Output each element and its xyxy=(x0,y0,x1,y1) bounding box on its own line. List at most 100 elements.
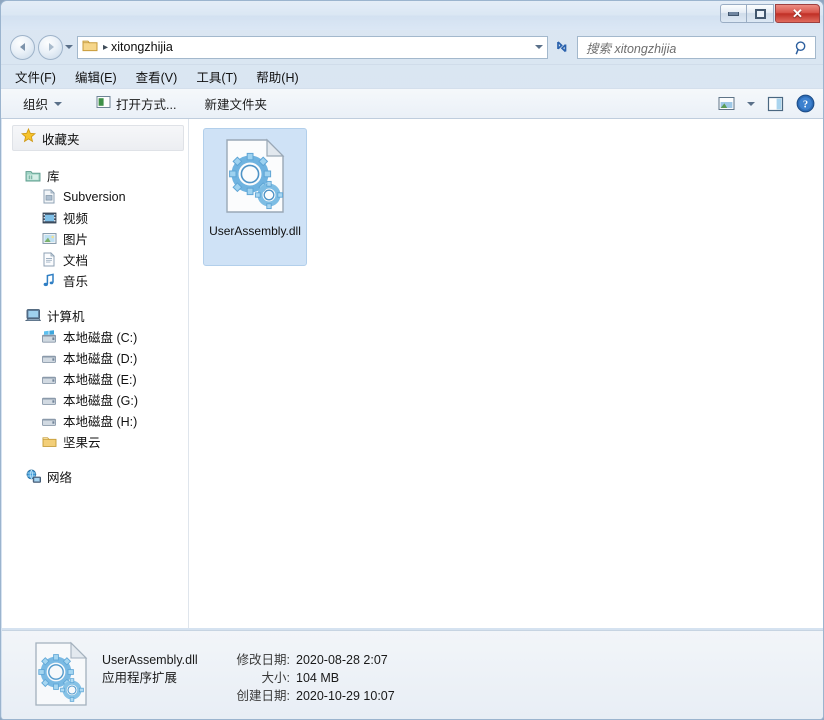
sidebar-item-favorites[interactable]: 收藏夹 xyxy=(12,125,184,151)
music-icon xyxy=(40,273,58,288)
search-icon[interactable] xyxy=(794,40,809,61)
breadcrumb-separator: ▸ xyxy=(103,41,109,53)
details-line-size: 应用程序扩展 大小: 104 MB xyxy=(102,667,395,685)
chevron-down-icon xyxy=(65,45,73,49)
organize-button[interactable]: 组织 xyxy=(15,91,70,116)
menu-item-help[interactable]: 帮助(H) xyxy=(256,67,298,86)
search-input[interactable]: 搜索 xitongzhijia xyxy=(577,35,816,61)
details-modified-value: 2020-08-28 2:07 xyxy=(296,653,388,667)
details-status-bar: UserAssembly.dll 修改日期: 2020-08-28 2:07 应… xyxy=(2,630,823,719)
sidebar-group-computer: 计算机 本地磁盘 (C:) 本地磁盘 (D:) 本地磁盘 (E:) 本地磁盘 (… xyxy=(2,305,188,452)
sidebar-label: 文档 xyxy=(63,254,89,268)
preview-pane-icon xyxy=(767,96,784,111)
recent-pages-button[interactable] xyxy=(63,35,75,60)
details-created-key: 创建日期: xyxy=(236,689,290,703)
star-icon xyxy=(20,127,37,148)
refresh-icon xyxy=(556,41,566,53)
menu-item-view[interactable]: 查看(V) xyxy=(136,67,178,86)
sidebar-item-videos[interactable]: 视频 xyxy=(2,207,188,228)
menu-item-tools[interactable]: 工具(T) xyxy=(196,67,237,86)
details-file-name: UserAssembly.dll xyxy=(102,653,198,667)
maximize-icon xyxy=(754,8,766,19)
sidebar-item-drive-e[interactable]: 本地磁盘 (E:) xyxy=(2,368,188,389)
open-with-label: 打开方式... xyxy=(116,98,177,112)
sidebar-label: 音乐 xyxy=(63,275,89,289)
new-folder-label: 新建文件夹 xyxy=(204,98,267,112)
sidebar-item-drive-g[interactable]: 本地磁盘 (G:) xyxy=(2,389,188,410)
file-list-pane[interactable]: UserAssembly.dll xyxy=(189,119,823,628)
search-placeholder: 搜索 xitongzhijia xyxy=(586,41,677,56)
details-size-key: 大小: xyxy=(261,671,290,685)
dll-icon xyxy=(224,138,286,219)
back-button[interactable] xyxy=(10,34,35,60)
help-icon: ? xyxy=(796,94,815,113)
minimize-icon xyxy=(728,11,739,16)
preview-pane-button[interactable] xyxy=(767,96,784,112)
refresh-button[interactable] xyxy=(550,36,573,59)
open-with-button[interactable]: 打开方式... xyxy=(88,91,184,116)
chevron-down-icon xyxy=(54,101,63,106)
close-button[interactable]: ✕ xyxy=(775,4,820,23)
sidebar-group-network: 网络 xyxy=(2,466,188,487)
details-size-value: 104 MB xyxy=(296,671,340,685)
drive-icon xyxy=(40,352,58,364)
new-folder-button[interactable]: 新建文件夹 xyxy=(196,91,275,116)
breadcrumb-path[interactable]: xitongzhijia xyxy=(111,40,173,54)
details-modified-key: 修改日期: xyxy=(236,653,290,667)
minimize-button[interactable] xyxy=(720,4,747,23)
view-options-button[interactable] xyxy=(718,96,735,111)
navigation-sidebar[interactable]: 收藏夹 库 Subversion 视频 图片 文档 音乐 计算机 本地磁盘 (C… xyxy=(2,119,188,628)
sidebar-label: 本地磁盘 (H:) xyxy=(63,415,138,429)
drive-icon xyxy=(40,373,58,385)
sidebar-item-computer[interactable]: 计算机 xyxy=(2,305,188,326)
toolbar: 组织 打开方式... 新建文件夹 ? xyxy=(1,88,823,119)
menu-bar: 文件(F) 编辑(E) 查看(V) 工具(T) 帮助(H) xyxy=(1,64,823,88)
details-text-group: UserAssembly.dll 修改日期: 2020-08-28 2:07 应… xyxy=(102,649,395,703)
subversion-icon xyxy=(40,189,58,204)
dll-icon xyxy=(34,641,88,712)
close-icon: ✕ xyxy=(792,5,803,21)
menu-item-edit[interactable]: 编辑(E) xyxy=(75,67,117,86)
details-line-created: 创建日期: 2020-10-29 10:07 xyxy=(102,685,395,703)
picture-icon xyxy=(40,232,58,245)
sidebar-item-network[interactable]: 网络 xyxy=(2,466,188,487)
details-created-value: 2020-10-29 10:07 xyxy=(296,689,395,703)
forward-button[interactable] xyxy=(38,34,63,60)
sidebar-label: 本地磁盘 (E:) xyxy=(63,373,137,387)
sidebar-item-pictures[interactable]: 图片 xyxy=(2,228,188,249)
sidebar-item-drive-d[interactable]: 本地磁盘 (D:) xyxy=(2,347,188,368)
folder-icon xyxy=(40,435,58,448)
sidebar-item-subversion[interactable]: Subversion xyxy=(2,186,188,207)
view-options-dropdown[interactable] xyxy=(747,101,755,106)
system-drive-icon xyxy=(40,329,58,344)
address-dropdown-button[interactable] xyxy=(535,37,543,58)
sidebar-item-music[interactable]: 音乐 xyxy=(2,270,188,291)
sidebar-item-drive-h[interactable]: 本地磁盘 (H:) xyxy=(2,410,188,431)
help-button[interactable]: ? xyxy=(796,94,815,113)
window-controls: ✕ xyxy=(720,4,820,23)
network-icon xyxy=(24,469,42,484)
file-item[interactable]: UserAssembly.dll xyxy=(203,128,307,266)
details-file-type: 应用程序扩展 xyxy=(102,671,178,685)
sidebar-label: 本地磁盘 (G:) xyxy=(63,394,138,408)
sidebar-item-documents[interactable]: 文档 xyxy=(2,249,188,270)
favorites-label: 收藏夹 xyxy=(42,132,80,147)
toolbar-right-group: ? xyxy=(706,94,823,113)
address-bar-row: ▸ xitongzhijia 搜索 xitongzhijia xyxy=(1,30,823,64)
details-line-modified: UserAssembly.dll 修改日期: 2020-08-28 2:07 xyxy=(102,649,395,667)
drive-icon xyxy=(40,394,58,406)
sidebar-item-libraries[interactable]: 库 xyxy=(2,165,188,186)
sidebar-label: Subversion xyxy=(63,189,126,204)
drive-icon xyxy=(40,415,58,427)
organize-label: 组织 xyxy=(23,98,49,112)
menu-item-file[interactable]: 文件(F) xyxy=(15,67,56,86)
sidebar-item-drive-c[interactable]: 本地磁盘 (C:) xyxy=(2,326,188,347)
sidebar-group-libraries: 库 Subversion 视频 图片 文档 音乐 xyxy=(2,165,188,291)
address-input[interactable]: ▸ xitongzhijia xyxy=(77,35,548,59)
sidebar-label: 网络 xyxy=(47,471,73,485)
explorer-window: ✕ ▸ xitongzhijia 搜索 xitongzhijia 文件(F) 编… xyxy=(0,0,824,720)
sidebar-item-nutstore[interactable]: 坚果云 xyxy=(2,431,188,452)
maximize-button[interactable] xyxy=(747,4,774,23)
sidebar-label: 坚果云 xyxy=(63,436,101,450)
chevron-down-icon xyxy=(535,45,543,49)
